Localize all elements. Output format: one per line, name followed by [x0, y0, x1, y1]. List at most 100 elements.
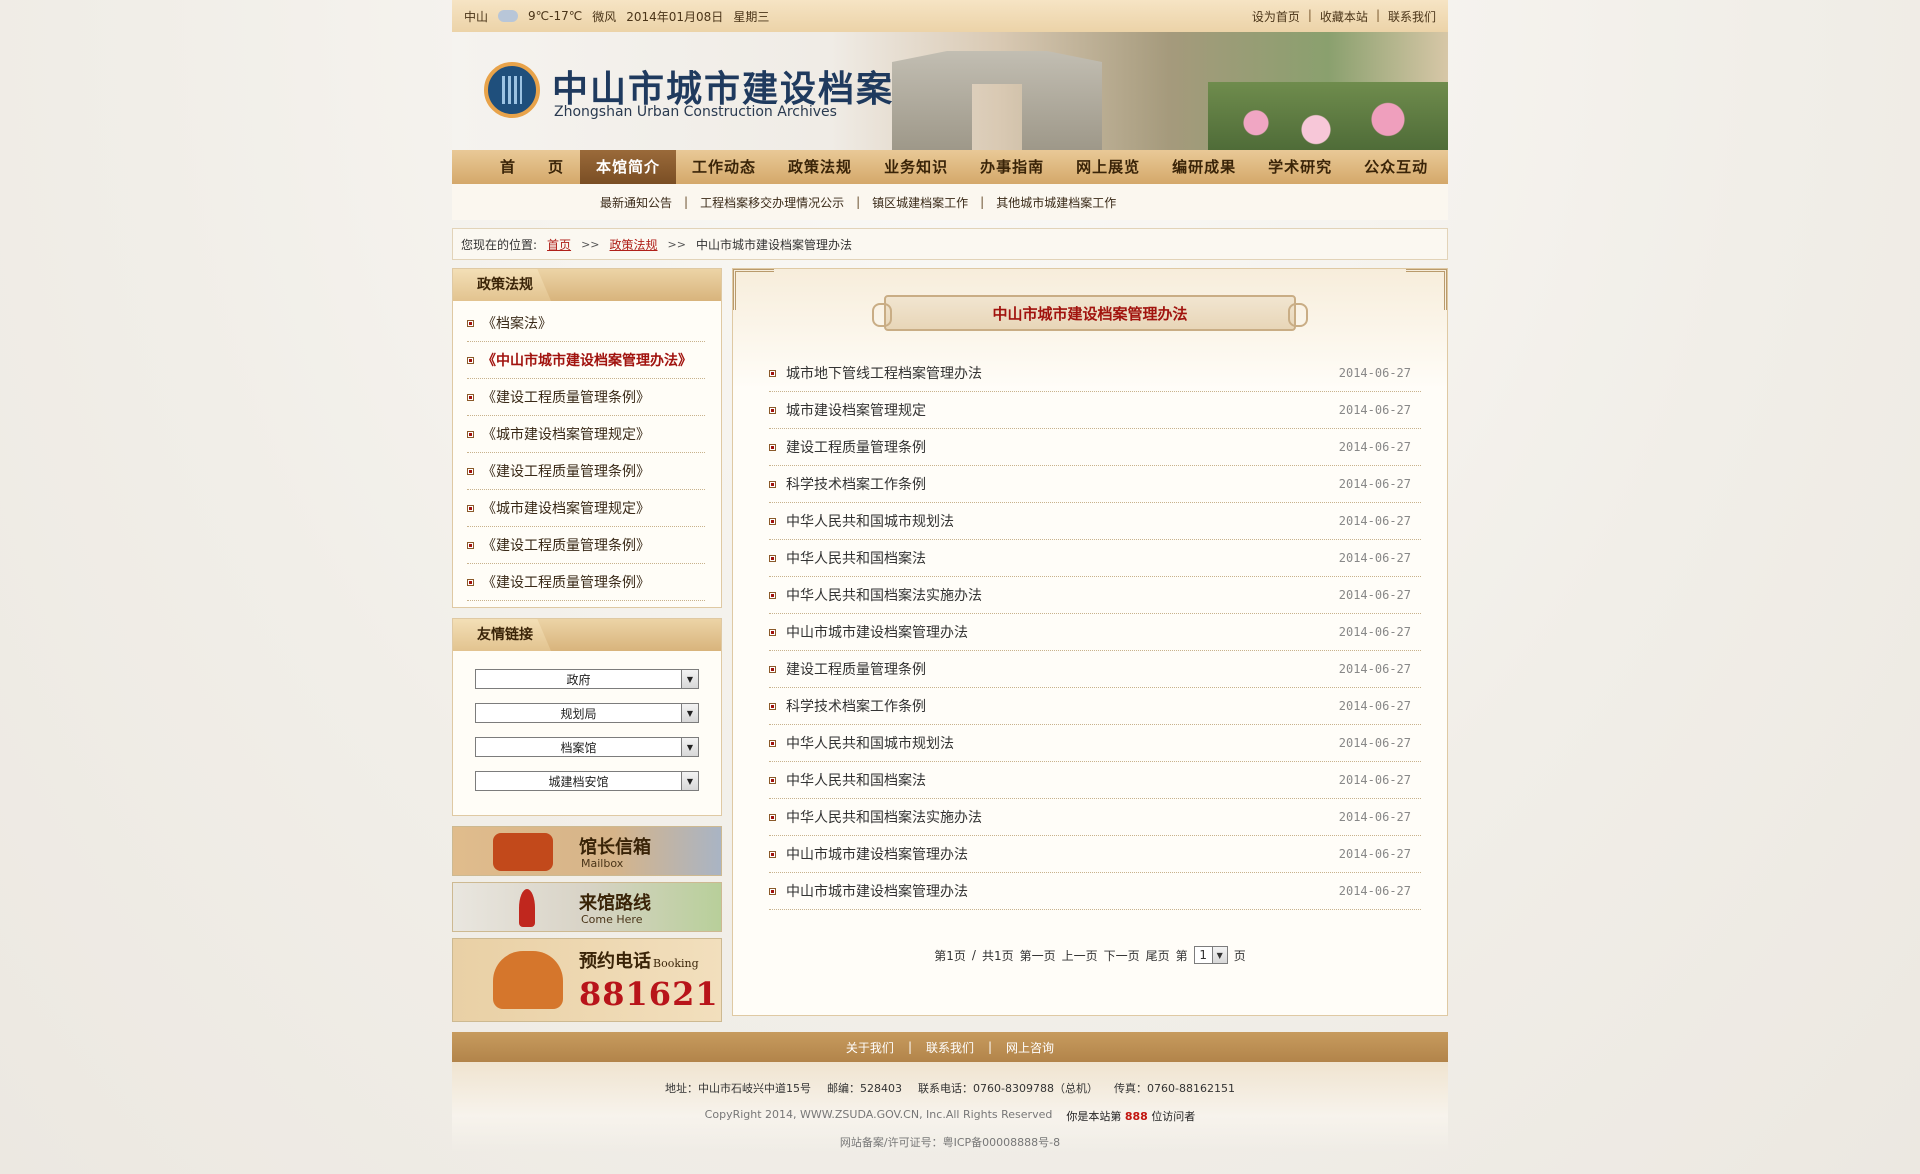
list-item[interactable]: 城市地下管线工程档案管理办法 2014-06-27 — [769, 355, 1421, 392]
booking-title: 预约电话 Booking — [579, 947, 699, 973]
wind-label: 微风 — [592, 9, 617, 24]
subnav-notice[interactable]: 最新通知公告 — [600, 194, 672, 211]
first-page-link[interactable]: 第一页 — [1020, 947, 1056, 964]
nav-policy[interactable]: 政策法规 — [772, 150, 868, 184]
footer-about-link[interactable]: 关于我们 — [846, 1039, 894, 1056]
nav-news[interactable]: 工作动态 — [676, 150, 772, 184]
bullet-icon — [467, 393, 474, 401]
page-select[interactable]: 1 ▼ — [1193, 946, 1228, 964]
article-date: 2014-06-27 — [1338, 551, 1411, 565]
bullet-icon — [467, 430, 474, 438]
list-item[interactable]: 中华人民共和国档案法实施办法 2014-06-27 — [769, 577, 1421, 614]
nav-about[interactable]: 本馆简介 — [580, 150, 677, 184]
archives-select[interactable]: 档案馆 ▼ — [475, 737, 699, 757]
footer-phone: 联系电话：0760-8309788（总机） — [918, 1082, 1098, 1095]
article-date: 2014-06-27 — [1338, 440, 1411, 454]
article-date: 2014-06-27 — [1338, 847, 1411, 861]
subnav-transfer[interactable]: 工程档案移交办理情况公示 — [700, 194, 844, 211]
nav-exhibition[interactable]: 网上展览 — [1060, 150, 1156, 184]
law-item[interactable]: 《城市建设档案管理规定》 — [467, 490, 705, 527]
visitor-prefix: 你是本站第 — [1066, 1110, 1122, 1123]
article-date: 2014-06-27 — [1338, 366, 1411, 380]
route-banner[interactable]: 来馆路线 Come Here — [452, 882, 722, 932]
next-page-link[interactable]: 下一页 — [1104, 947, 1140, 964]
bullet-icon — [769, 443, 776, 451]
nav-home[interactable]: 首 页 — [484, 150, 580, 184]
nav-research-results[interactable]: 编研成果 — [1156, 150, 1252, 184]
list-item[interactable]: 中山市城市建设档案管理办法 2014-06-27 — [769, 614, 1421, 651]
law-item-label: 《建设工程质量管理条例》 — [482, 575, 650, 591]
weekday-label: 星期三 — [733, 9, 770, 24]
article-title: 中山市城市建设档案管理办法 — [786, 625, 968, 641]
bullet-icon — [467, 319, 474, 327]
subnav-other-city[interactable]: 其他城市城建档案工作 — [996, 194, 1116, 211]
sub-nav: 最新通知公告 | 工程档案移交办理情况公示 | 镇区城建档案工作 | 其他城市城… — [452, 184, 1448, 220]
nav-public[interactable]: 公众互动 — [1348, 150, 1444, 184]
article-title: 科学技术档案工作条例 — [786, 477, 926, 493]
last-page-link[interactable]: 尾页 — [1146, 947, 1170, 964]
law-item-label: 《建设工程质量管理条例》 — [482, 390, 650, 406]
list-item[interactable]: 城市建设档案管理规定 2014-06-27 — [769, 392, 1421, 429]
article-date: 2014-06-27 — [1338, 588, 1411, 602]
footer-icp: 网站备案/许可证号：粤ICP备00008888号-8 — [839, 1136, 1061, 1149]
contact-link[interactable]: 联系我们 — [1388, 8, 1436, 25]
urban-archives-select[interactable]: 城建档安馆 ▼ — [475, 771, 699, 791]
footer-contact-link[interactable]: 联系我们 — [926, 1039, 974, 1056]
bullet-icon — [769, 591, 776, 599]
law-item[interactable]: 《建设工程质量管理条例》 — [467, 527, 705, 564]
nav-guide[interactable]: 办事指南 — [964, 150, 1060, 184]
booking-title-text: 预约电话 — [579, 951, 651, 972]
set-homepage-link[interactable]: 设为首页 — [1252, 8, 1300, 25]
subnav-town[interactable]: 镇区城建档案工作 — [872, 194, 968, 211]
article-date: 2014-06-27 — [1338, 884, 1411, 898]
footer-fax: 传真：0760-88162151 — [1114, 1082, 1235, 1095]
breadcrumb-section-link[interactable]: 政策法规 — [610, 236, 658, 253]
article-date: 2014-06-27 — [1338, 662, 1411, 676]
list-item[interactable]: 中华人民共和国档案法实施办法 2014-06-27 — [769, 799, 1421, 836]
prev-page-link[interactable]: 上一页 — [1062, 947, 1098, 964]
planning-select[interactable]: 规划局 ▼ — [475, 703, 699, 723]
law-item[interactable]: 《档案法》 — [467, 305, 705, 342]
list-item[interactable]: 中华人民共和国城市规划法 2014-06-27 — [769, 503, 1421, 540]
government-select[interactable]: 政府 ▼ — [475, 669, 699, 689]
breadcrumb-separator: >> — [667, 237, 686, 251]
law-item-label: 《建设工程质量管理条例》 — [482, 464, 650, 480]
footer-copyright-line: CopyRight 2014, WWW.ZSUDA.GOV.CN, Inc.Al… — [452, 1108, 1448, 1124]
mailbox-banner[interactable]: 馆长信箱 Mailbox — [452, 826, 722, 876]
bullet-icon — [769, 665, 776, 673]
list-item[interactable]: 中山市城市建设档案管理办法 2014-06-27 — [769, 873, 1421, 910]
links-box-title: 友情链接 — [453, 619, 551, 651]
list-item[interactable]: 科学技术档案工作条例 2014-06-27 — [769, 688, 1421, 725]
nav-knowledge[interactable]: 业务知识 — [868, 150, 964, 184]
law-item[interactable]: 《建设工程质量管理条例》 — [467, 564, 705, 601]
list-item[interactable]: 建设工程质量管理条例 2014-06-27 — [769, 429, 1421, 466]
list-item[interactable]: 中山市城市建设档案管理办法 2014-06-27 — [769, 836, 1421, 873]
page-select-value: 1 — [1199, 948, 1207, 962]
top-info-bar: 中山 9℃-17℃ 微风 2014年01月08日 星期三 设为首页 | 收藏本站… — [452, 0, 1448, 32]
booking-subtitle: Booking — [653, 957, 699, 970]
article-title: 中华人民共和国档案法实施办法 — [786, 810, 982, 826]
bookmark-link[interactable]: 收藏本站 — [1320, 8, 1368, 25]
booking-banner[interactable]: 预约电话Booking 88162151 — [452, 938, 722, 1022]
select-value: 政府 — [566, 672, 591, 687]
select-value: 档案馆 — [560, 740, 597, 755]
bullet-icon — [467, 467, 474, 475]
law-item[interactable]: 《城市建设档案管理规定》 — [467, 416, 705, 453]
memorial-gate-image — [892, 51, 1102, 150]
footer-postcode: 邮编：528403 — [827, 1082, 903, 1095]
nav-academic[interactable]: 学术研究 — [1252, 150, 1348, 184]
breadcrumb-home-link[interactable]: 首页 — [547, 236, 571, 253]
list-item[interactable]: 科学技术档案工作条例 2014-06-27 — [769, 466, 1421, 503]
list-item[interactable]: 中华人民共和国城市规划法 2014-06-27 — [769, 725, 1421, 762]
footer-consult-link[interactable]: 网上咨询 — [1006, 1039, 1054, 1056]
law-item-active[interactable]: 《中山市城市建设档案管理办法》 — [467, 342, 705, 379]
list-item[interactable]: 中华人民共和国档案法 2014-06-27 — [769, 540, 1421, 577]
law-item[interactable]: 《建设工程质量管理条例》 — [467, 379, 705, 416]
article-date: 2014-06-27 — [1338, 773, 1411, 787]
article-list: 城市地下管线工程档案管理办法 2014-06-27 城市建设档案管理规定 2014-… — [769, 355, 1421, 910]
law-item[interactable]: 《建设工程质量管理条例》 — [467, 453, 705, 490]
list-item[interactable]: 中华人民共和国档案法 2014-06-27 — [769, 762, 1421, 799]
visitor-count: 888 — [1124, 1110, 1148, 1123]
list-item[interactable]: 建设工程质量管理条例 2014-06-27 — [769, 651, 1421, 688]
breadcrumb-separator: >> — [581, 237, 600, 251]
